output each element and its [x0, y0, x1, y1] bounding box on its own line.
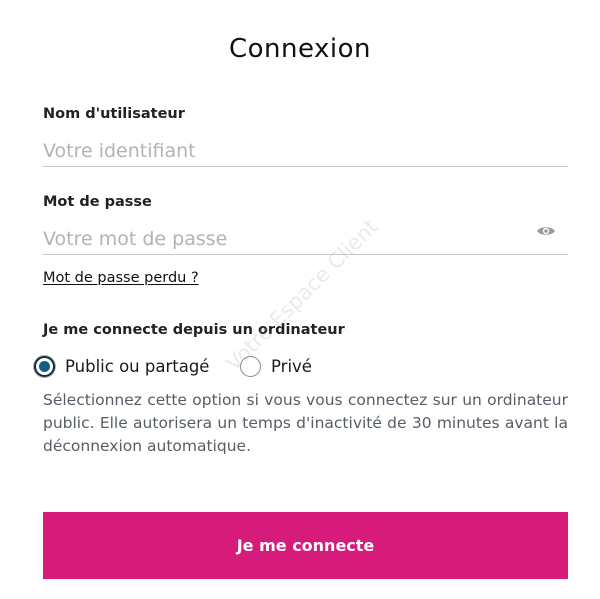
radio-private[interactable]: Privé [240, 352, 312, 380]
username-label: Nom d'utilisateur [43, 106, 185, 122]
device-help-text: Sélectionnez cette option si vous vous c… [43, 391, 568, 455]
radio-unselected-icon[interactable] [240, 355, 261, 377]
eye-icon[interactable] [536, 222, 556, 240]
password-label: Mot de passe [43, 194, 152, 210]
radio-private-label: Privé [271, 356, 312, 376]
page-title: Connexion [228, 34, 372, 64]
radio-selected-icon[interactable] [34, 355, 55, 377]
login-button[interactable]: Je me connecte [43, 512, 568, 579]
password-input[interactable] [43, 224, 528, 255]
radio-public-label: Public ou partagé [65, 356, 210, 376]
forgot-password-link[interactable]: Mot de passe perdu ? [43, 270, 199, 286]
device-section-label: Je me connecte depuis un ordinateur [43, 322, 345, 338]
login-page: Connexion Nom d'utilisateur Mot de passe… [0, 0, 600, 599]
username-input[interactable] [43, 136, 568, 167]
password-underline [43, 254, 568, 255]
radio-public-shared[interactable]: Public ou partagé [34, 352, 209, 380]
